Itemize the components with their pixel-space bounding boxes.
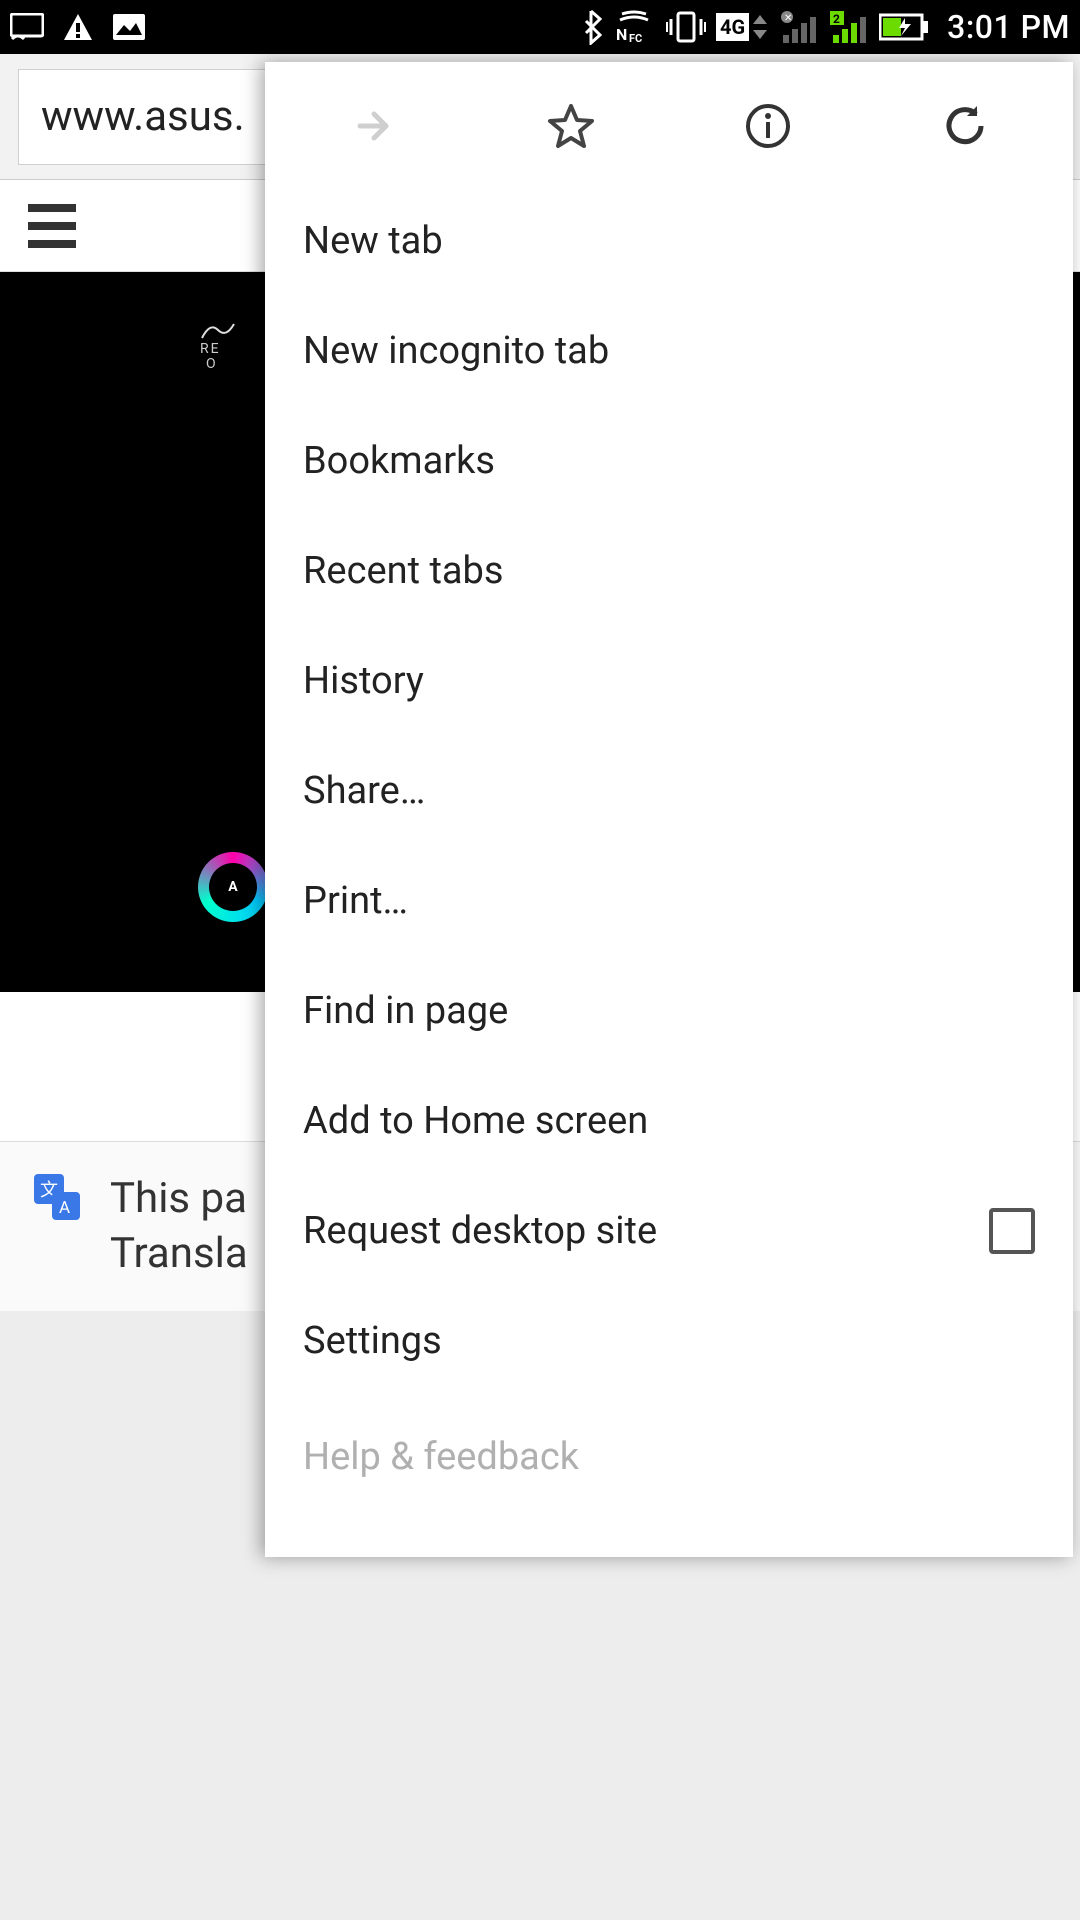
forward-button[interactable]	[344, 96, 404, 156]
vibrate-icon	[666, 10, 706, 44]
menu-request-desktop-site[interactable]: Request desktop site	[265, 1176, 1073, 1286]
svg-text:N: N	[616, 25, 627, 44]
reload-button[interactable]	[935, 96, 995, 156]
svg-text:A: A	[59, 1198, 70, 1218]
menu-help-feedback[interactable]: Help & feedback	[265, 1402, 1073, 1512]
4g-icon: 4G	[716, 12, 769, 42]
cast-icon	[10, 13, 44, 41]
svg-text:2: 2	[833, 12, 840, 26]
menu-settings[interactable]: Settings	[265, 1286, 1073, 1396]
page-info-button[interactable]	[738, 96, 798, 156]
menu-add-to-home-screen[interactable]: Add to Home screen	[265, 1066, 1073, 1176]
menu-history[interactable]: History	[265, 626, 1073, 736]
translate-icon: 文A	[32, 1172, 82, 1233]
rog-logo: RE O	[200, 320, 236, 373]
battery-charging-icon	[879, 12, 929, 42]
menu-new-incognito-tab[interactable]: New incognito tab	[265, 296, 1073, 406]
aura-sync-badge: A	[198, 852, 268, 922]
status-bar: NFC 4G ✕ 2 3:01 PM	[0, 0, 1080, 54]
warning-icon	[62, 12, 94, 42]
menu-recent-tabs[interactable]: Recent tabs	[265, 516, 1073, 626]
menu-new-tab[interactable]: New tab	[265, 186, 1073, 296]
svg-text:✕: ✕	[784, 13, 792, 24]
bluetooth-icon	[580, 9, 602, 45]
menu-print[interactable]: Print…	[265, 846, 1073, 956]
translate-text-line2: Transla	[110, 1227, 248, 1282]
translate-text-line1: This pa	[110, 1172, 248, 1227]
image-icon	[112, 13, 146, 41]
nfc-icon: NFC	[612, 10, 656, 44]
svg-text:FC: FC	[629, 32, 642, 44]
menu-find-in-page[interactable]: Find in page	[265, 956, 1073, 1066]
bookmark-star-button[interactable]	[541, 96, 601, 156]
site-menu-icon[interactable]	[28, 204, 76, 248]
chrome-overflow-menu: New tab New incognito tab Bookmarks Rece…	[265, 62, 1073, 1557]
menu-bookmarks[interactable]: Bookmarks	[265, 406, 1073, 516]
desktop-site-checkbox[interactable]	[989, 1208, 1035, 1254]
signal-sim2-icon: 2	[829, 11, 869, 43]
status-clock: 3:01 PM	[939, 8, 1070, 46]
signal-sim1-icon: ✕	[779, 11, 819, 43]
menu-share[interactable]: Share…	[265, 736, 1073, 846]
